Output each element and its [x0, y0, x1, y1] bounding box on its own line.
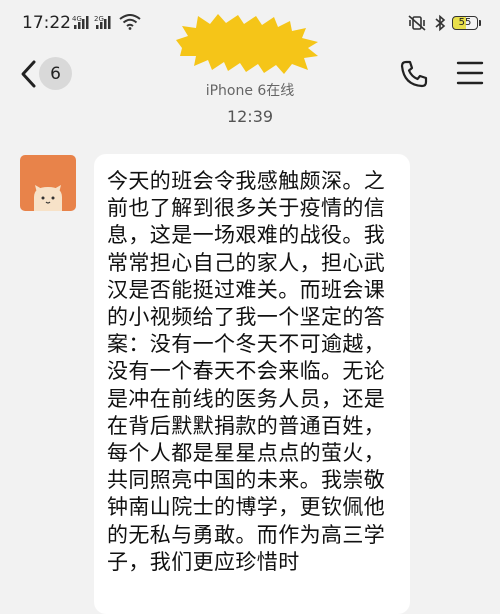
call-button[interactable] [398, 58, 430, 90]
wifi-icon [119, 14, 141, 34]
unread-count-badge[interactable]: 6 [39, 57, 72, 90]
vibrate-icon [407, 15, 427, 35]
contact-online-status: iPhone 6在线 [205, 83, 295, 99]
svg-text:2G: 2G [94, 15, 104, 23]
message-timestamp: 12:39 [226, 107, 274, 126]
menu-button[interactable] [456, 60, 484, 86]
signal-icon: 2G [94, 14, 114, 34]
status-time: 17:22 [22, 13, 71, 33]
avatar[interactable] [20, 155, 76, 211]
svg-text:4G: 4G [72, 15, 82, 23]
contact-name-redaction [172, 14, 322, 76]
bluetooth-icon [433, 14, 447, 36]
signal-icon: 4G [72, 14, 92, 34]
message-text: 今天的班会令我感触颇深。之前也了解到很多关于疫情的信息，这是一场艰难的战役。我常… [107, 169, 386, 574]
menu-icon [456, 61, 484, 85]
battery-icon: 55 [452, 16, 478, 30]
phone-icon [400, 60, 428, 88]
battery-tip [479, 20, 481, 26]
